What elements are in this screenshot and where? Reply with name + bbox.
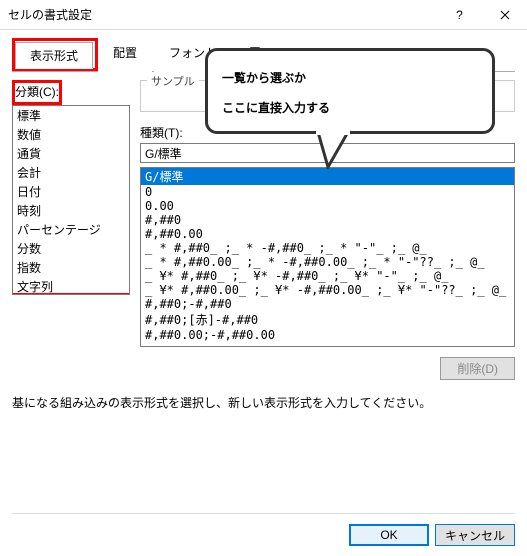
list-item[interactable]: #,##0;[赤]-#,##0 [141,311,514,328]
list-item[interactable]: 数値 [13,125,129,144]
list-item[interactable]: 通貨 [13,144,129,163]
hint-text: 基になる組み込みの表示形式を選択し、新しい表示形式を入力してください。 [12,394,515,411]
annotation-category-label: 分類(C): [12,80,62,105]
list-item[interactable]: パーセンテージ [13,220,129,239]
close-icon [500,10,510,20]
callout-tail-icon [308,129,358,169]
tab-alignment[interactable]: 配置 [98,39,152,72]
list-item[interactable]: _ * #,##0_ ;_ * -#,##0_ ;_ * "-"_ ;_ @_ [141,241,514,255]
list-item[interactable]: 0.00 [141,199,514,213]
sample-label: サンプル [147,73,199,89]
annotation-callout: 一覧から選ぶか ここに直接入力する [205,48,495,134]
list-item[interactable]: 標準 [13,106,129,125]
cancel-button[interactable]: キャンセル [435,524,515,546]
list-item[interactable]: 分数 [13,239,129,258]
list-item[interactable]: #,##0;-#,##0 [141,297,514,311]
delete-button[interactable]: 削除(D) [440,357,515,380]
category-list[interactable]: 標準 数値 通貨 会計 日付 時刻 パーセンテージ 分数 指数 文字列 その他 … [12,105,130,295]
list-item[interactable]: _ ¥* #,##0_ ;_ ¥* -#,##0_ ;_ ¥* "-"_ ;_ … [141,269,514,283]
ok-button[interactable]: OK [349,524,429,546]
callout-line1: 一覧から選ぶか [222,71,306,85]
category-label: 分類(C): [15,83,59,100]
title-bar: セルの書式設定 ? [0,0,527,30]
annotation-active-tab: 表示形式 [12,38,98,71]
list-item[interactable]: #,##0 [141,213,514,227]
list-item[interactable]: _ * #,##0.00_ ;_ * -#,##0.00_ ;_ * "-"??… [141,255,514,269]
close-button[interactable] [482,0,527,30]
tab-number-format[interactable]: 表示形式 [15,42,93,69]
callout-line2: ここに直接入力する [222,101,330,115]
type-list[interactable]: G/標準 0 0.00 #,##0 #,##0.00 _ * #,##0_ ;_… [140,167,515,347]
button-row: OK キャンセル [12,513,515,546]
list-item[interactable]: 会計 [13,163,129,182]
list-item[interactable]: 0 [141,185,514,199]
list-item[interactable]: _ ¥* #,##0.00_ ;_ ¥* -#,##0.00_ ;_ ¥* "-… [141,283,514,297]
list-item[interactable]: 時刻 [13,201,129,220]
window-title: セルの書式設定 [8,6,437,23]
help-button[interactable]: ? [437,0,482,30]
list-item[interactable]: #,##0.00;-#,##0.00 [141,328,514,342]
list-item[interactable]: 日付 [13,182,129,201]
list-item[interactable]: 指数 [13,258,129,277]
list-item[interactable]: G/標準 [141,168,514,185]
list-item[interactable]: #,##0.00 [141,227,514,241]
